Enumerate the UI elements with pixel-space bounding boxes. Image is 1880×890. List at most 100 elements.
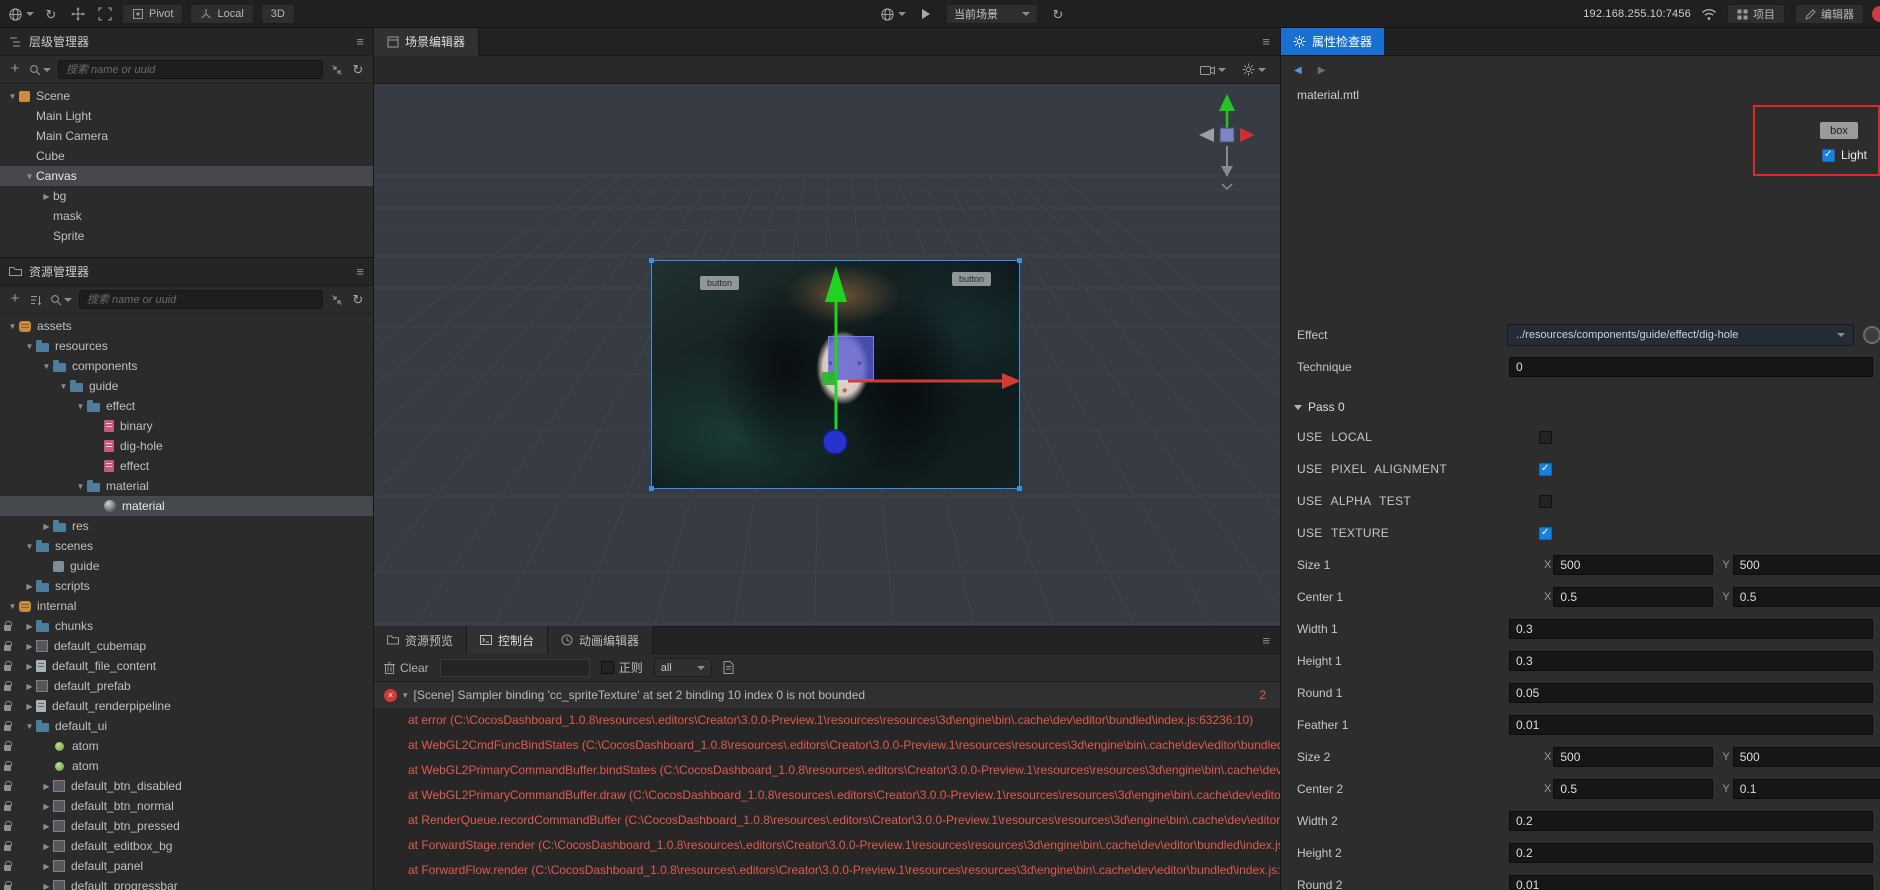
tree-item-scene[interactable]: ▼ Scene xyxy=(0,86,373,106)
tree-item-main-light[interactable]: Main Light xyxy=(0,106,373,126)
history-back-button[interactable]: ◀ xyxy=(1294,65,1302,76)
expand-arrow-icon[interactable]: ▼ xyxy=(6,322,19,331)
pass-section-header[interactable]: Pass 0 xyxy=(1294,400,1345,414)
tree-item-default-editbox-bg[interactable]: ▶ default_editbox_bg xyxy=(0,836,373,856)
reload-button[interactable]: ↻ xyxy=(41,4,61,24)
collapse-arrow-icon[interactable]: ▶ xyxy=(40,842,53,851)
notification-dot[interactable] xyxy=(1872,6,1880,22)
pivot-button[interactable]: Pivot xyxy=(122,4,184,24)
tree-item-main-camera[interactable]: Main Camera xyxy=(0,126,373,146)
expand-arrow-icon[interactable]: ▼ xyxy=(57,382,70,391)
tree-item-chunks[interactable]: ▶ chunks xyxy=(0,616,373,636)
collapse-all-button[interactable] xyxy=(330,294,344,306)
expand-arrow-icon[interactable]: ▼ xyxy=(40,362,53,371)
tree-item-atom[interactable]: atom xyxy=(0,736,373,756)
transform-gizmo[interactable] xyxy=(374,84,1280,626)
expand-arrow-icon[interactable]: ▼ xyxy=(74,482,87,491)
play-button[interactable] xyxy=(916,4,936,24)
console-stack-line[interactable]: at ForwardFlow.render (C:\CocosDashboard… xyxy=(374,858,1280,883)
y-value-input[interactable] xyxy=(1732,587,1880,607)
collapse-arrow-icon[interactable]: ▶ xyxy=(40,522,53,531)
frame-tool-button[interactable] xyxy=(95,4,115,24)
create-asset-button[interactable]: + xyxy=(8,291,22,306)
property-checkbox[interactable] xyxy=(1539,494,1552,508)
assets-search-input[interactable] xyxy=(79,290,323,309)
tree-item-canvas[interactable]: ▼ Canvas xyxy=(0,166,373,186)
collapse-arrow-icon[interactable]: ▶ xyxy=(40,862,53,871)
expand-arrow-icon[interactable]: ▼ xyxy=(23,542,36,551)
regex-toggle[interactable]: 正则 xyxy=(600,659,643,676)
value-input[interactable] xyxy=(1509,619,1873,639)
tree-item-default-btn-normal[interactable]: ▶ default_btn_normal xyxy=(0,796,373,816)
value-input[interactable] xyxy=(1509,651,1873,671)
x-value-input[interactable] xyxy=(1553,587,1714,607)
console-stack-line[interactable]: at ForwardStage.render (C:\CocosDashboar… xyxy=(374,833,1280,858)
expand-arrow-icon[interactable]: ▼ xyxy=(6,602,19,611)
editor-button[interactable]: 编辑器 xyxy=(1795,4,1864,24)
hamburger-menu-icon[interactable]: ≡ xyxy=(1262,633,1270,648)
tree-item-effect[interactable]: ▼ effect xyxy=(0,396,373,416)
collapse-arrow-icon[interactable]: ▶ xyxy=(23,702,36,711)
light-checkbox[interactable] xyxy=(1821,148,1835,162)
view-mode-button[interactable] xyxy=(1200,60,1226,80)
hamburger-menu-icon[interactable]: ≡ xyxy=(1262,34,1270,49)
collapse-arrow-icon[interactable]: ▶ xyxy=(40,822,53,831)
refresh-tree-button[interactable]: ↻ xyxy=(351,63,365,76)
value-input[interactable] xyxy=(1509,715,1873,735)
tree-item-material[interactable]: ▼ material xyxy=(0,476,373,496)
tree-item-scripts[interactable]: ▶ scripts xyxy=(0,576,373,596)
console-stack-line[interactable]: at WebGL2PrimaryCommandBuffer.draw (C:\C… xyxy=(374,783,1280,808)
collapse-arrow-icon[interactable]: ▶ xyxy=(23,582,36,591)
tree-item-bg[interactable]: ▶ bg xyxy=(0,186,373,206)
tree-item-dig-hole[interactable]: dig-hole xyxy=(0,436,373,456)
collapse-arrow-icon[interactable]: ▶ xyxy=(23,662,36,671)
hamburger-menu-icon[interactable]: ≡ xyxy=(356,34,364,49)
collapse-arrow-icon[interactable]: ▶ xyxy=(23,642,36,651)
collapse-arrow-icon[interactable]: ▶ xyxy=(40,192,53,201)
expand-arrow-icon[interactable]: ▼ xyxy=(74,402,87,411)
tree-item-default-renderpipeline[interactable]: ▶ default_renderpipeline xyxy=(0,696,373,716)
tree-item-sprite[interactable]: Sprite xyxy=(0,226,373,246)
export-log-icon[interactable] xyxy=(723,661,734,674)
tree-item-default-btn-disabled[interactable]: ▶ default_btn_disabled xyxy=(0,776,373,796)
tree-item-guide[interactable]: ▼ guide xyxy=(0,376,373,396)
property-checkbox[interactable] xyxy=(1539,526,1552,540)
search-filter-button[interactable] xyxy=(29,64,51,76)
tree-item-atom[interactable]: atom xyxy=(0,756,373,776)
box-button[interactable]: box xyxy=(1820,122,1858,139)
log-level-select[interactable]: all xyxy=(653,658,712,677)
console-stack-line[interactable]: at WebGL2PrimaryCommandBuffer.bindStates… xyxy=(374,758,1280,783)
technique-input[interactable] xyxy=(1509,357,1873,377)
refresh-scene-button[interactable]: ↻ xyxy=(1048,4,1068,24)
scene-settings-button[interactable] xyxy=(1242,60,1266,80)
search-filter-button[interactable] xyxy=(50,294,72,306)
light-toggle[interactable]: Light xyxy=(1821,148,1867,162)
tab-console[interactable]: 控制台 xyxy=(467,626,549,654)
tree-item-binary[interactable]: binary xyxy=(0,416,373,436)
hamburger-menu-icon[interactable]: ≡ xyxy=(356,264,364,279)
value-input[interactable] xyxy=(1509,683,1873,703)
globe-menu-button[interactable] xyxy=(8,4,34,24)
x-value-input[interactable] xyxy=(1553,555,1714,575)
expand-arrow-icon[interactable]: ▼ xyxy=(23,722,36,731)
tree-item-scenes[interactable]: ▼ scenes xyxy=(0,536,373,556)
tree-item-default-btn-pressed[interactable]: ▶ default_btn_pressed xyxy=(0,816,373,836)
y-value-input[interactable] xyxy=(1732,555,1880,575)
console-stack-line[interactable]: at RenderQueue.recordCommandBuffer (C:\C… xyxy=(374,808,1280,833)
tree-item-default-ui[interactable]: ▼ default_ui xyxy=(0,716,373,736)
tree-item-resources[interactable]: ▼ resources xyxy=(0,336,373,356)
x-value-input[interactable] xyxy=(1553,779,1714,799)
regex-checkbox[interactable] xyxy=(600,661,614,674)
tree-item-mask[interactable]: mask xyxy=(0,206,373,226)
tree-item-default-prefab[interactable]: ▶ default_prefab xyxy=(0,676,373,696)
tree-item-default-file-content[interactable]: ▶ default_file_content xyxy=(0,656,373,676)
y-value-input[interactable] xyxy=(1732,779,1880,799)
collapse-arrow-icon[interactable]: ▶ xyxy=(40,882,53,890)
tree-item-internal[interactable]: ▼ internal xyxy=(0,596,373,616)
console-stack-line[interactable]: at error (C:\CocosDashboard_1.0.8\resour… xyxy=(374,708,1280,733)
expand-arrow-icon[interactable]: ▼ xyxy=(23,342,36,351)
tree-item-default-cubemap[interactable]: ▶ default_cubemap xyxy=(0,636,373,656)
tree-item-assets[interactable]: ▼ assets xyxy=(0,316,373,336)
tree-item-guide[interactable]: guide xyxy=(0,556,373,576)
tree-item-res[interactable]: ▶ res xyxy=(0,516,373,536)
